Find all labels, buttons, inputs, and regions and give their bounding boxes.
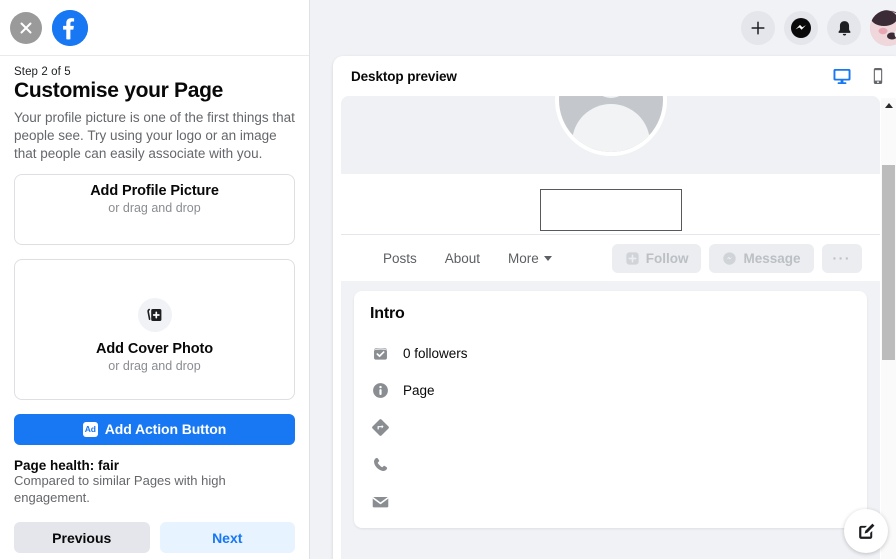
more-options-button[interactable]: ··· bbox=[821, 243, 862, 273]
scroll-up-icon[interactable] bbox=[884, 98, 893, 113]
desktop-monitor-icon[interactable] bbox=[832, 66, 852, 86]
add-cover-photo-label: Add Cover Photo bbox=[96, 340, 213, 357]
add-profile-picture-label: Add Profile Picture bbox=[90, 182, 219, 199]
add-profile-picture-hint: or drag and drop bbox=[108, 200, 201, 215]
follow-button[interactable]: Follow bbox=[611, 243, 702, 273]
more-options-icon: ··· bbox=[832, 250, 851, 266]
follow-button-label: Follow bbox=[645, 250, 689, 266]
panel-footer: Previous Next bbox=[0, 512, 309, 559]
message-button[interactable]: Message bbox=[709, 243, 814, 273]
preview-device-toggle bbox=[832, 66, 888, 86]
avatar-body-shape bbox=[571, 104, 650, 152]
phone-icon bbox=[370, 455, 390, 475]
bell-glyph bbox=[837, 20, 851, 36]
intro-row-phone bbox=[370, 446, 851, 483]
message-button-label: Message bbox=[743, 250, 801, 266]
preview-title: Desktop preview bbox=[351, 68, 457, 84]
plus-glyph bbox=[751, 21, 765, 35]
add-action-button-label: Add Action Button bbox=[104, 421, 227, 438]
followers-check-glyph bbox=[373, 348, 387, 360]
preview-tabs-row: Posts About More Follow Message ··· bbox=[341, 234, 880, 281]
add-profile-picture-card[interactable]: Add Profile Picture or drag and drop bbox=[14, 173, 295, 245]
mobile-phone-icon[interactable] bbox=[868, 66, 888, 86]
desktop-monitor-glyph bbox=[833, 69, 851, 84]
profile-picture-placeholder[interactable] bbox=[554, 96, 667, 156]
preview-content: Posts About More Follow Message ··· Intr… bbox=[341, 96, 880, 559]
preview-scrollbar[interactable] bbox=[881, 98, 896, 559]
tab-about-label: About bbox=[444, 250, 481, 266]
info-circle-icon bbox=[370, 381, 390, 401]
panel-body: Step 2 of 5 Customise your Page Your pro… bbox=[0, 56, 309, 523]
mobile-phone-glyph bbox=[873, 68, 883, 84]
tab-posts[interactable]: Posts bbox=[369, 251, 431, 266]
triangle-up-glyph bbox=[884, 103, 893, 108]
tab-more-label: More bbox=[508, 250, 539, 266]
user-avatar[interactable] bbox=[870, 10, 896, 46]
ad-badge-icon: Ad bbox=[82, 421, 98, 437]
plus-icon[interactable] bbox=[741, 11, 775, 45]
scroll-down-icon[interactable] bbox=[885, 554, 893, 559]
previous-button[interactable]: Previous bbox=[14, 522, 150, 553]
email-glyph bbox=[371, 496, 389, 508]
tab-more[interactable]: More bbox=[494, 251, 566, 266]
intro-title: Intro bbox=[370, 305, 405, 322]
edit-pencil-icon[interactable] bbox=[844, 509, 888, 553]
messenger-icon bbox=[723, 251, 737, 265]
tab-posts-label: Posts bbox=[383, 250, 417, 266]
add-cover-photo-card[interactable]: Add Cover Photo or drag and drop bbox=[14, 258, 295, 400]
preview-viewport: Posts About More Follow Message ··· Intr… bbox=[341, 96, 896, 559]
close-icon[interactable] bbox=[10, 11, 42, 44]
page-health-subtitle: Compared to similar Pages with high enga… bbox=[14, 472, 226, 505]
avatar-head-shape bbox=[592, 96, 629, 98]
intro-row-directions bbox=[370, 409, 851, 446]
intro-category-text: Page bbox=[403, 383, 435, 398]
chevron-down-icon bbox=[543, 255, 552, 261]
intro-section: Intro 0 followers Page bbox=[341, 281, 880, 528]
scrollbar-track[interactable] bbox=[881, 113, 896, 554]
photo-stack-plus-glyph bbox=[146, 308, 161, 321]
bell-icon[interactable] bbox=[827, 11, 861, 45]
phone-glyph bbox=[373, 457, 387, 471]
page-name-placeholder-box bbox=[539, 189, 682, 231]
avatar-photo bbox=[870, 10, 896, 46]
add-cover-photo-hint: or drag and drop bbox=[108, 358, 201, 373]
intro-row-email bbox=[370, 483, 851, 520]
directions-icon bbox=[370, 418, 390, 438]
directions-glyph bbox=[371, 419, 389, 436]
messenger-glyph bbox=[791, 18, 811, 38]
intro-card: Intro 0 followers Page bbox=[354, 291, 867, 528]
page-title: Customise your Page bbox=[14, 79, 224, 102]
ad-badge-text: Ad bbox=[84, 424, 96, 435]
edit-pencil-glyph bbox=[858, 523, 874, 539]
close-glyph bbox=[20, 22, 32, 33]
add-action-button[interactable]: Ad Add Action Button bbox=[14, 413, 295, 445]
tab-about[interactable]: About bbox=[431, 251, 494, 266]
info-circle-glyph bbox=[372, 383, 388, 398]
intro-row-category: Page bbox=[370, 372, 851, 409]
left-setup-panel: Step 2 of 5 Customise your Page Your pro… bbox=[0, 0, 310, 559]
preview-panel: Desktop preview Posts About More Follow … bbox=[310, 0, 896, 559]
follow-plus-icon bbox=[626, 251, 639, 265]
add-photo-stack-icon bbox=[137, 297, 172, 332]
page-health-title: Page health: fair bbox=[14, 457, 120, 473]
intro-followers-text: 0 followers bbox=[403, 346, 468, 361]
messenger-icon[interactable] bbox=[784, 11, 818, 45]
facebook-logo[interactable] bbox=[52, 9, 88, 46]
preview-card-header: Desktop preview bbox=[333, 56, 896, 96]
page-setup-screen: Step 2 of 5 Customise your Page Your pro… bbox=[0, 0, 896, 559]
followers-check-icon bbox=[370, 344, 390, 364]
panel-header bbox=[0, 0, 309, 56]
page-description: Your profile picture is one of the first… bbox=[14, 110, 295, 161]
next-button[interactable]: Next bbox=[159, 522, 295, 553]
desktop-preview-card: Desktop preview Posts About More Follow … bbox=[333, 56, 896, 559]
email-icon bbox=[370, 492, 390, 512]
page-name-area bbox=[341, 174, 880, 234]
step-indicator: Step 2 of 5 bbox=[14, 66, 71, 78]
scrollbar-thumb[interactable] bbox=[882, 165, 895, 360]
facebook-f-glyph bbox=[52, 9, 88, 46]
top-bar bbox=[310, 0, 896, 56]
cover-photo-placeholder[interactable] bbox=[341, 96, 880, 174]
intro-row-followers: 0 followers bbox=[370, 335, 851, 372]
